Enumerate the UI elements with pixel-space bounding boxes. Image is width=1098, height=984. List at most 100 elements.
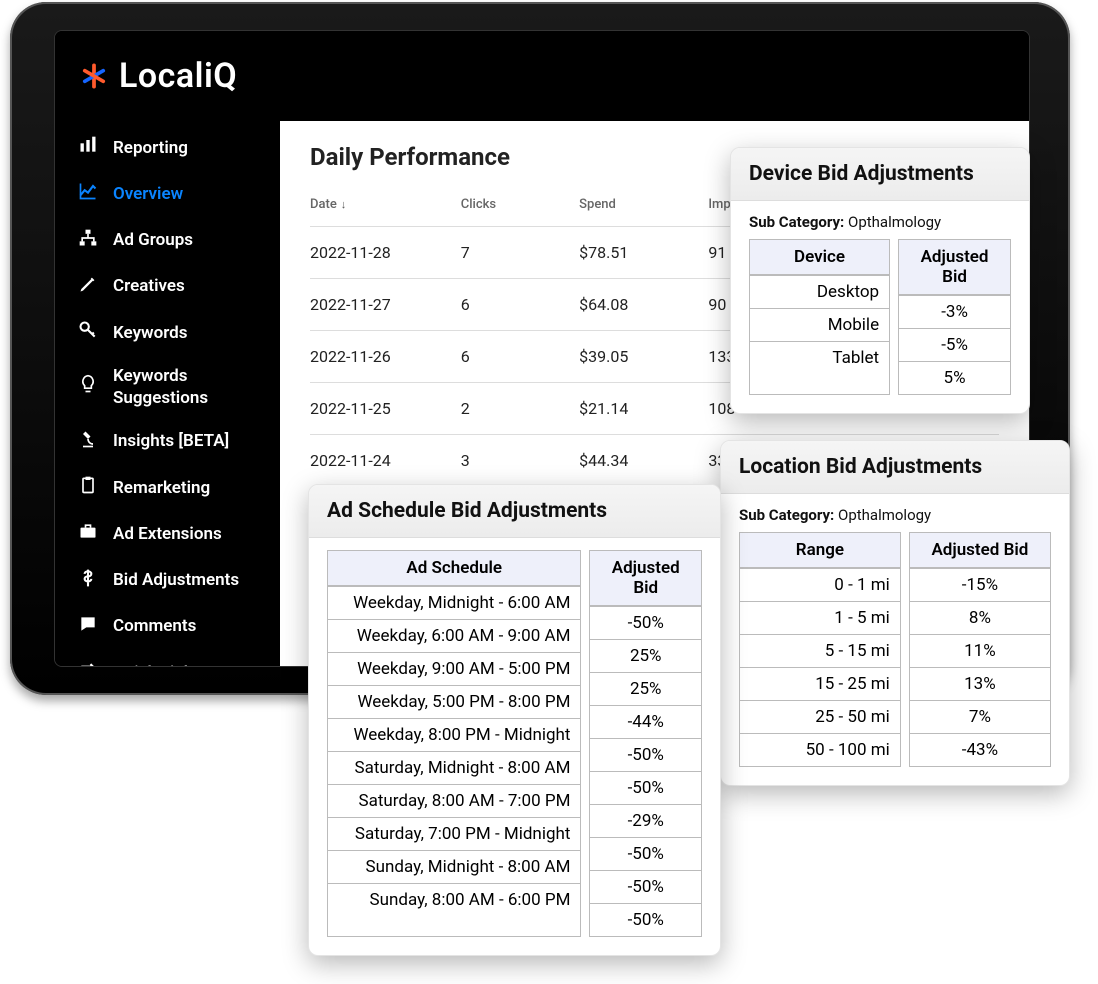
cell-date: 2022-11-27 — [310, 279, 461, 331]
cell-spend: $64.08 — [579, 279, 708, 331]
mini-cell: 13% — [910, 667, 1050, 700]
sidebar-item-insights-beta-[interactable]: Insights [BETA] — [55, 419, 280, 465]
mini-cell: 15 - 25 mi — [740, 667, 900, 700]
mini-cell: Weekday, Midnight - 6:00 AM — [328, 586, 580, 619]
cell-spend: $44.34 — [579, 435, 708, 487]
mini-cell: -50% — [590, 903, 701, 936]
mini-cell: -43% — [910, 733, 1050, 766]
sidebar-item-label: Ad Groups — [113, 230, 266, 251]
mini-cell: Desktop — [750, 275, 889, 308]
sidebar-item-creatives[interactable]: Creatives — [55, 264, 280, 310]
mini-cell: Tablet — [750, 341, 889, 374]
cell-clicks: 2 — [461, 383, 579, 435]
sidebar-item-remarketing[interactable]: Remarketing — [55, 465, 280, 511]
key-icon — [77, 320, 99, 346]
sidebar-item-label: Ad Extensions — [113, 524, 266, 545]
schedule-bid-card: Ad Schedule Bid Adjustments Ad ScheduleW… — [308, 484, 721, 956]
mini-cell: -5% — [899, 328, 1010, 361]
subcategory-line: Sub Category: Opthalmology — [739, 506, 1051, 524]
mini-header: Ad Schedule — [328, 551, 580, 586]
sidebar-item-quick-links[interactable]: Quick Links — [55, 650, 280, 667]
mini-cell: Sunday, 8:00 AM - 6:00 PM — [328, 883, 580, 916]
sidebar-item-overview[interactable]: Overview — [55, 171, 280, 217]
cell-clicks: 3 — [461, 435, 579, 487]
mini-cell: Weekday, 6:00 AM - 9:00 AM — [328, 619, 580, 652]
sidebar-item-keywords[interactable]: Keywords — [55, 310, 280, 356]
brand-asterisk-icon — [79, 61, 109, 91]
mini-cell: 0 - 1 mi — [740, 568, 900, 601]
mini-cell: Weekday, 9:00 AM - 5:00 PM — [328, 652, 580, 685]
mini-cell: 1 - 5 mi — [740, 601, 900, 634]
dollar-icon — [77, 568, 99, 594]
sort-desc-icon: ↓ — [341, 198, 347, 211]
mini-cell: Sunday, Midnight - 8:00 AM — [328, 850, 580, 883]
sidebar-item-label: Quick Links — [113, 663, 266, 668]
mini-cell: 7% — [910, 700, 1050, 733]
th-date[interactable]: Date↓ — [310, 189, 461, 227]
comment-icon — [77, 614, 99, 640]
brand-name: LocaliQ — [119, 56, 237, 96]
mini-cell: 50 - 100 mi — [740, 733, 900, 766]
mini-cell: -29% — [590, 804, 701, 837]
mini-cell: 25% — [590, 672, 701, 705]
sidebar-item-label: Creatives — [113, 276, 266, 297]
pencil-icon — [77, 274, 99, 300]
mini-cell: Mobile — [750, 308, 889, 341]
sidebar-item-label: Keywords — [113, 323, 266, 344]
mini-cell: Saturday, 7:00 PM - Midnight — [328, 817, 580, 850]
line-chart-icon — [77, 181, 99, 207]
sidebar-item-label: Keywords Suggestions — [113, 366, 266, 409]
sidebar-item-keywords-suggestions[interactable]: Keywords Suggestions — [55, 356, 280, 419]
mini-cell: Saturday, 8:00 AM - 7:00 PM — [328, 784, 580, 817]
card-title: Ad Schedule Bid Adjustments — [309, 485, 720, 538]
th-clicks[interactable]: Clicks — [461, 189, 579, 227]
bar-chart-icon — [77, 135, 99, 161]
th-spend[interactable]: Spend — [579, 189, 708, 227]
cell-spend: $39.05 — [579, 331, 708, 383]
sidebar-item-label: Comments — [113, 616, 266, 637]
mini-cell: 5% — [899, 361, 1010, 394]
cell-clicks: 6 — [461, 331, 579, 383]
subcategory-line: Sub Category: Opthalmology — [749, 213, 1011, 231]
sidebar-item-ad-extensions[interactable]: Ad Extensions — [55, 511, 280, 557]
mini-header: Adjusted Bid — [910, 533, 1050, 568]
mini-cell: -15% — [910, 568, 1050, 601]
cell-date: 2022-11-24 — [310, 435, 461, 487]
cell-spend: $78.51 — [579, 227, 708, 279]
mini-cell: -50% — [590, 606, 701, 639]
card-title: Location Bid Adjustments — [721, 441, 1069, 494]
mini-cell: -50% — [590, 738, 701, 771]
logo-bar: LocaliQ — [55, 31, 1029, 121]
sidebar-item-label: Overview — [113, 184, 266, 205]
mini-cell: 25% — [590, 639, 701, 672]
sidebar-item-bid-adjustments[interactable]: Bid Adjustments — [55, 558, 280, 604]
mini-header: Device — [750, 240, 889, 275]
mini-cell: Weekday, 5:00 PM - 8:00 PM — [328, 685, 580, 718]
cell-clicks: 6 — [461, 279, 579, 331]
mini-cell: -3% — [899, 295, 1010, 328]
location-bid-card: Location Bid Adjustments Sub Category: O… — [720, 440, 1070, 786]
mini-cell: -50% — [590, 870, 701, 903]
sidebar-item-ad-groups[interactable]: Ad Groups — [55, 218, 280, 264]
mini-cell: -50% — [590, 837, 701, 870]
cell-spend: $21.14 — [579, 383, 708, 435]
mini-header: Range — [740, 533, 900, 568]
device-bid-card: Device Bid Adjustments Sub Category: Opt… — [730, 147, 1030, 414]
sidebar-item-label: Reporting — [113, 138, 266, 159]
mini-cell: 8% — [910, 601, 1050, 634]
mini-cell: 5 - 15 mi — [740, 634, 900, 667]
sidebar-item-reporting[interactable]: Reporting — [55, 125, 280, 171]
sidebar: Reporting Overview Ad Groups Creatives Keywo… — [55, 121, 280, 666]
cell-date: 2022-11-26 — [310, 331, 461, 383]
mini-header: Adjusted Bid — [590, 551, 701, 606]
sidebar-item-comments[interactable]: Comments — [55, 604, 280, 650]
card-title: Device Bid Adjustments — [731, 148, 1029, 201]
cell-date: 2022-11-28 — [310, 227, 461, 279]
mini-cell: 11% — [910, 634, 1050, 667]
mini-cell: Weekday, 8:00 PM - Midnight — [328, 718, 580, 751]
mini-cell: Saturday, Midnight - 8:00 AM — [328, 751, 580, 784]
cell-date: 2022-11-25 — [310, 383, 461, 435]
sidebar-item-label: Insights [BETA] — [113, 431, 266, 452]
sidebar-item-label: Remarketing — [113, 478, 266, 499]
bulb-icon — [77, 374, 99, 400]
